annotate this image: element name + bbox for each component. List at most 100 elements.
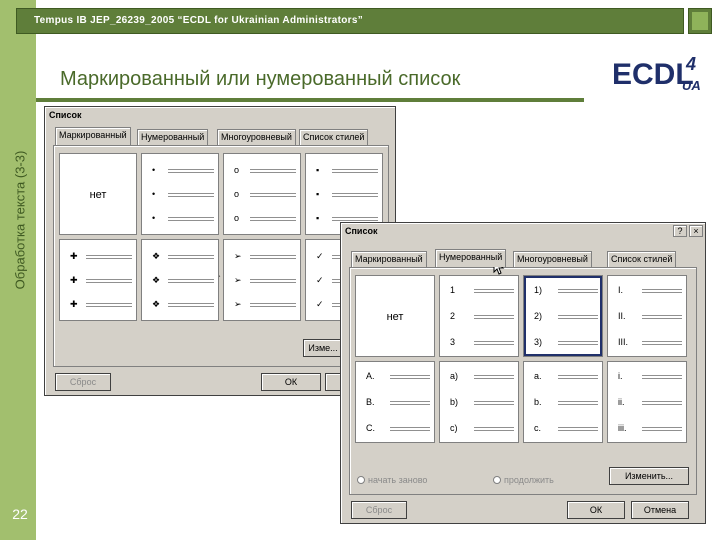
list-marker: 1) (534, 285, 543, 295)
text-line-placeholder (558, 289, 598, 295)
list-preview-row: ➢ (234, 275, 296, 286)
logo-number: 4 (685, 54, 696, 74)
close-button[interactable]: × (689, 225, 703, 237)
logo-suffix: UA (682, 78, 701, 93)
list-style-option[interactable]: A. B. C. (355, 361, 435, 443)
list-style-option[interactable]: I. II. III. (607, 275, 687, 357)
list-preview-row: 3) (534, 337, 598, 348)
list-preview-row: 1 (450, 285, 514, 296)
list-preview-row: 2) (534, 311, 598, 322)
text-line-placeholder (642, 341, 682, 347)
list-marker: ➢ (234, 251, 242, 261)
ok-button[interactable]: ОК (567, 501, 625, 519)
tab-numbered[interactable]: Нумерованный (435, 249, 507, 267)
title-underline (36, 98, 584, 102)
reset-button[interactable]: Сброс (55, 373, 111, 391)
text-line-placeholder (558, 427, 598, 433)
header-text: Tempus IB JEP_26239_2005 “ECDL for Ukrai… (34, 15, 364, 26)
list-marker: 1 (450, 285, 456, 295)
list-style-option[interactable]: 1 2 3 (439, 275, 519, 357)
list-style-option[interactable]: 1) 2) 3) (523, 275, 603, 357)
text-line-placeholder (168, 255, 214, 261)
list-preview-row: i. (618, 371, 682, 382)
tab-bulleted[interactable]: Маркированный (55, 127, 131, 145)
text-line-placeholder (250, 169, 296, 175)
list-marker: 2) (534, 311, 543, 321)
list-preview-row: ✚ (70, 299, 132, 310)
text-line-placeholder (474, 375, 514, 381)
list-marker: ✓ (316, 251, 324, 261)
tab-list-styles[interactable]: Список стилей (607, 251, 677, 267)
text-line-placeholder (474, 289, 514, 295)
numbering-dialog: Список ? × Маркированный Нумерованный Мн… (340, 222, 706, 524)
text-line-placeholder (250, 193, 296, 199)
list-preview-row: 1) (534, 285, 598, 296)
list-marker: ➢ (234, 275, 242, 285)
list-style-option[interactable]: a. b. c. (523, 361, 603, 443)
text-line-placeholder (250, 217, 296, 223)
list-marker: C. (366, 423, 375, 433)
list-marker: B. (366, 397, 375, 407)
list-marker: III. (618, 337, 629, 347)
side-title: Обработка текста (3-3) (12, 150, 28, 290)
list-marker: ❖ (152, 275, 161, 285)
list-style-option[interactable]: нет (355, 275, 435, 357)
list-preview-row: o (234, 165, 296, 176)
list-preview-row: c. (534, 423, 598, 434)
list-style-option[interactable]: a) b) c) (439, 361, 519, 443)
list-preview-row: • (152, 189, 214, 200)
list-style-option[interactable]: ✚ ✚ ✚ (59, 239, 137, 321)
list-style-option[interactable]: ❖ ❖ ❖ (141, 239, 219, 321)
radio-continue[interactable]: продолжить (493, 475, 554, 485)
customize-button[interactable]: Изме... (303, 339, 343, 357)
text-line-placeholder (168, 169, 214, 175)
list-style-option[interactable]: нет (59, 153, 137, 235)
list-marker: ✚ (70, 275, 78, 285)
list-style-option[interactable]: i. ii. iii. (607, 361, 687, 443)
list-preview-row: III. (618, 337, 682, 348)
tab-outline[interactable]: Многоуровневый (513, 251, 592, 267)
list-preview-row: A. (366, 371, 430, 382)
text-line-placeholder (558, 315, 598, 321)
tab-numbered[interactable]: Нумерованный (137, 129, 209, 145)
tab-bulleted[interactable]: Маркированный (351, 251, 427, 267)
list-marker: b) (450, 397, 459, 407)
list-marker: iii. (618, 423, 627, 433)
tab-outline[interactable]: Многоуровневый (217, 129, 296, 145)
list-style-option[interactable]: ➢ ➢ ➢ (223, 239, 301, 321)
list-marker: o (234, 213, 240, 223)
list-preview-row: ✚ (70, 275, 132, 286)
list-marker: A. (366, 371, 375, 381)
customize-button[interactable]: Изменить... (609, 467, 689, 485)
text-line-placeholder (558, 401, 598, 407)
list-marker: i. (618, 371, 623, 381)
radio-continue-label: продолжить (504, 475, 554, 485)
ok-button[interactable]: ОК (261, 373, 321, 391)
text-line-placeholder (474, 341, 514, 347)
radio-button-icon (357, 476, 365, 484)
text-line-placeholder (86, 303, 132, 309)
list-preview-row: ✚ (70, 251, 132, 262)
list-marker: 2 (450, 311, 456, 321)
list-preview-row: b. (534, 397, 598, 408)
list-marker: II. (618, 311, 626, 321)
tab-list-styles[interactable]: Список стилей (299, 129, 369, 145)
reset-button[interactable]: Сброс (351, 501, 407, 519)
list-style-option[interactable]: o o o (223, 153, 301, 235)
dialog-title: Список (49, 110, 82, 120)
cancel-button[interactable]: Отмена (631, 501, 689, 519)
list-style-option[interactable]: • • • (141, 153, 219, 235)
list-preview-row: a. (534, 371, 598, 382)
list-marker: 3 (450, 337, 456, 347)
list-preview-row: B. (366, 397, 430, 408)
list-preview-row: II. (618, 311, 682, 322)
radio-restart[interactable]: начать заново (357, 475, 427, 485)
text-line-placeholder (168, 193, 214, 199)
list-preview-row: ➢ (234, 299, 296, 310)
list-marker: 3) (534, 337, 543, 347)
list-marker: ✓ (316, 299, 324, 309)
help-button[interactable]: ? (673, 225, 687, 237)
list-marker: ❖ (152, 251, 161, 261)
text-line-placeholder (390, 401, 430, 407)
text-line-placeholder (168, 303, 214, 309)
